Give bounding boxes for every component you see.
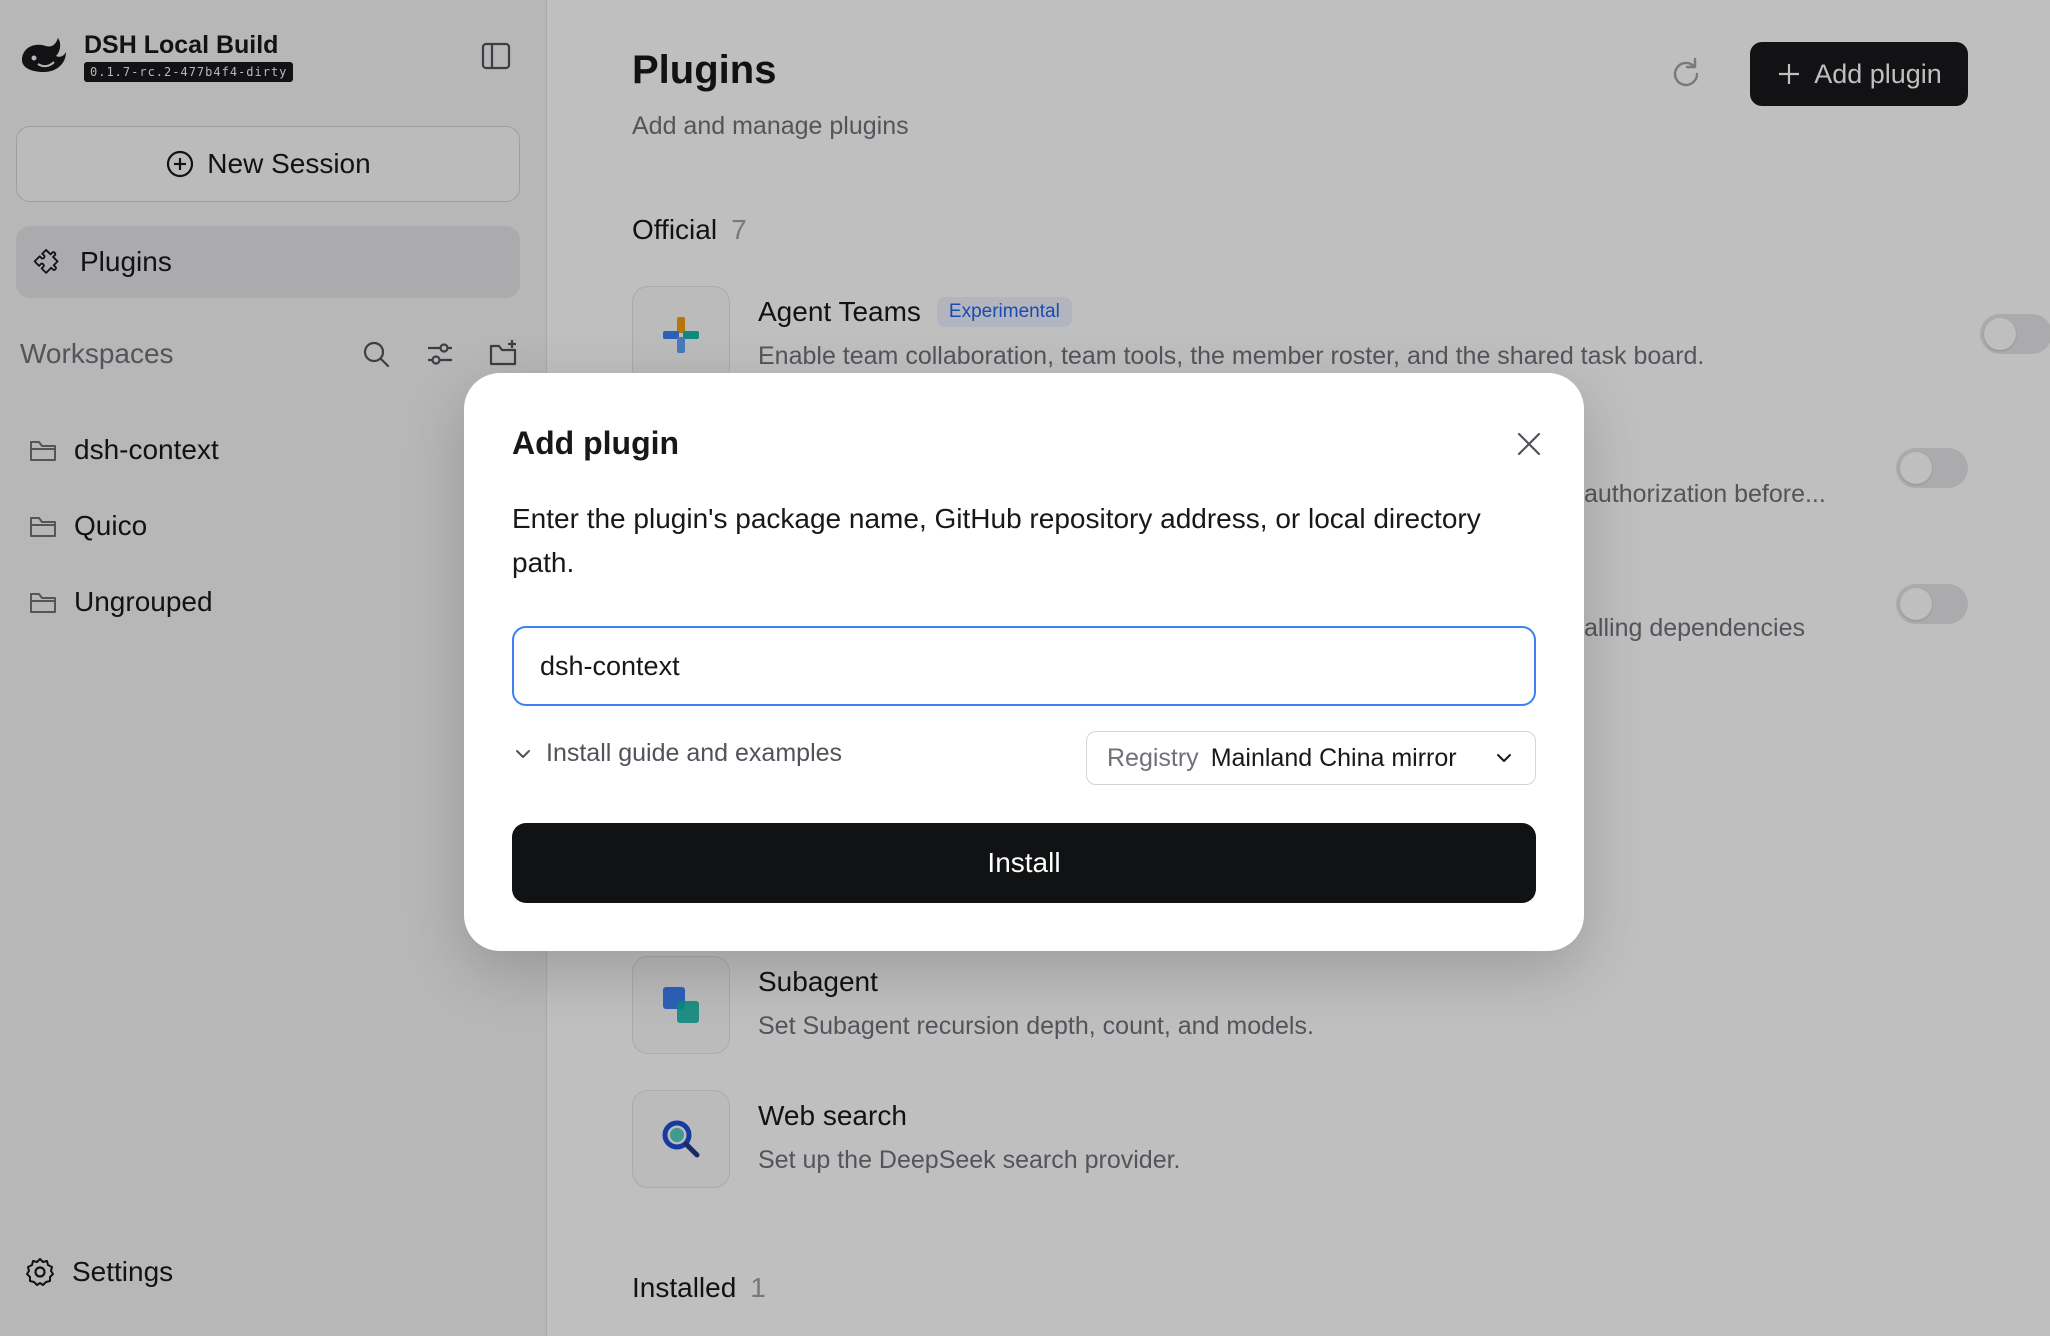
- install-button[interactable]: Install: [512, 823, 1536, 903]
- dialog-description: Enter the plugin's package name, GitHub …: [512, 503, 1481, 578]
- dialog-title: Add plugin: [512, 425, 680, 461]
- app-window: DSH Local Build 0.1.7-rc.2-477b4f4-dirty…: [0, 0, 2050, 1336]
- install-guide-toggle[interactable]: Install guide and examples: [512, 739, 842, 768]
- chevron-down-icon: [1497, 754, 1511, 762]
- registry-select[interactable]: Registry Mainland China mirror: [1086, 731, 1536, 785]
- chevron-down-icon: [516, 749, 530, 758]
- add-plugin-dialog: Add plugin Enter the plugin's package na…: [464, 373, 1584, 951]
- registry-value: Mainland China mirror: [1210, 743, 1457, 772]
- registry-label: Registry: [1107, 743, 1199, 772]
- install-label: Install: [987, 847, 1061, 878]
- plugin-source-input[interactable]: [512, 626, 1536, 706]
- close-icon[interactable]: [1514, 429, 1544, 459]
- install-guide-label: Install guide and examples: [546, 739, 843, 767]
